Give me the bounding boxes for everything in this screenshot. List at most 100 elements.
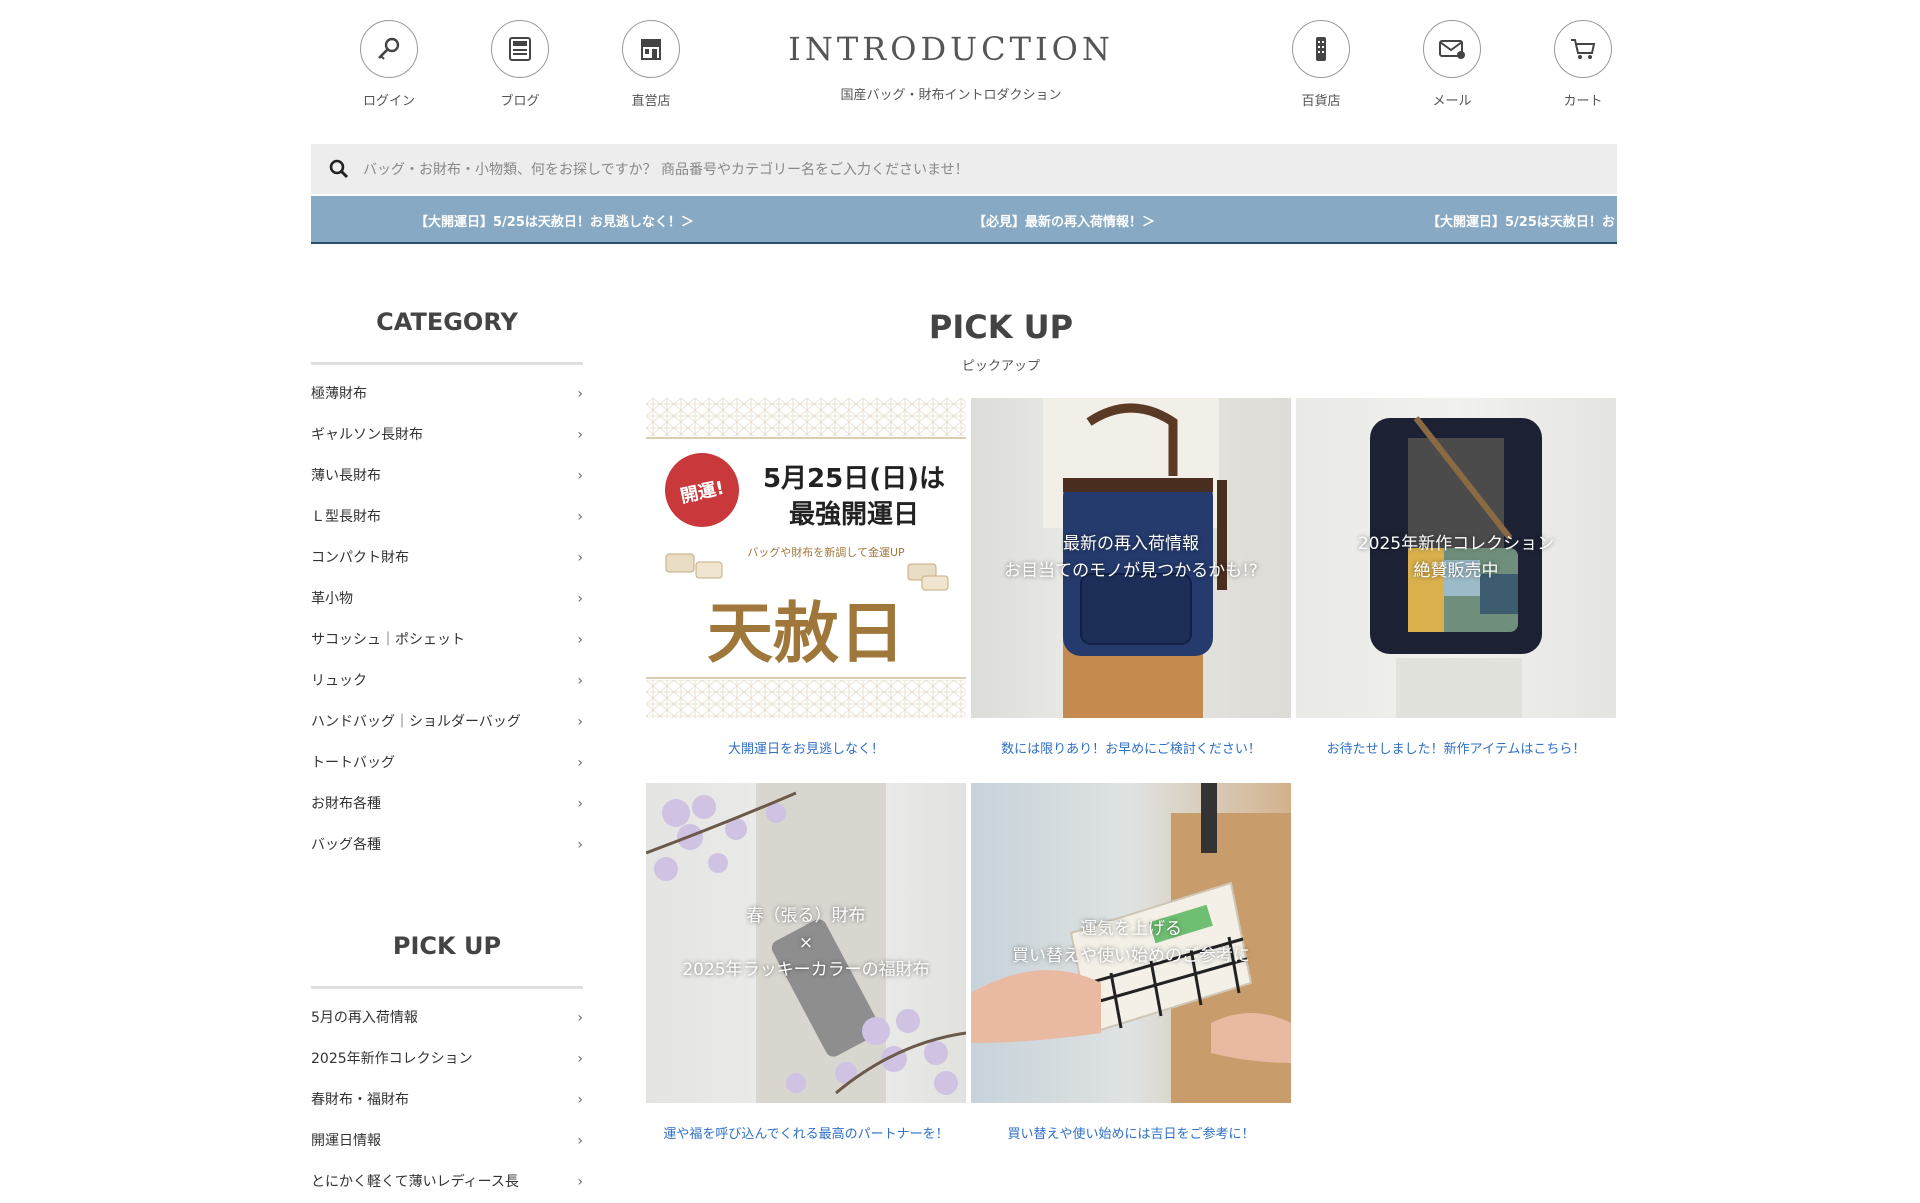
search-input[interactable] — [361, 154, 1565, 186]
search-icon[interactable] — [329, 159, 349, 183]
category-label: 極薄財布 — [311, 386, 367, 402]
pickup-item[interactable]: とにかく軽くて薄いレディース長 › — [311, 1162, 583, 1203]
category-label: ハンドバッグ｜ショルダーバッグ — [311, 714, 521, 730]
chevron-right-icon: › — [577, 714, 583, 730]
nav-store-label: 直営店 — [631, 94, 671, 109]
logo-text: INTRODUCTION — [788, 30, 1114, 68]
pickup-card-tensha[interactable]: 開運! 5月25日(日)は 最強開運日 バッグや財布を新調して金運UP 天赦日 … — [646, 398, 966, 757]
restock-photo[interactable]: 最新の再入荷情報 お目当てのモノが見つかるかも!? — [971, 398, 1291, 718]
mail-icon — [1423, 20, 1481, 78]
category-label: トートバッグ — [311, 755, 395, 771]
pickup-list: 5月の再入荷情報 › 2025年新作コレクション › 春財布・福財布 › 開運日情報 ›… — [311, 998, 583, 1203]
category-item[interactable]: Ｌ型長財布 › — [311, 497, 583, 538]
pickup-label: 2025年新作コレクション — [311, 1051, 473, 1067]
chevron-right-icon: › — [577, 1010, 583, 1026]
category-item[interactable]: トートバッグ › — [311, 743, 583, 784]
chevron-right-icon: › — [577, 427, 583, 443]
pickup-subheading: ピックアップ — [961, 359, 1040, 374]
pickup-card-restock[interactable]: 最新の再入荷情報 お目当てのモノが見つかるかも!? 数には限りあり！お早めにご検… — [971, 398, 1291, 757]
nav-department-store[interactable]: 百貨店 — [1276, 20, 1366, 109]
nav-cart-label: カート — [1563, 94, 1603, 109]
nav-cart[interactable]: カート — [1538, 20, 1628, 109]
chevron-right-icon: › — [577, 796, 583, 812]
banner-big-text: 天赦日 — [707, 594, 905, 672]
nav-blog-label: ブログ — [500, 94, 540, 109]
tensha-banner[interactable]: 開運! 5月25日(日)は 最強開運日 バッグや財布を新調して金運UP 天赦日 — [646, 398, 966, 718]
category-label: バッグ各種 — [311, 837, 381, 853]
chevron-right-icon: › — [577, 1051, 583, 1067]
page: ログイン ブログ 直営店 INTRODUCTION 国産バッグ・財布イントロダク… — [311, 0, 1617, 1190]
nav-login[interactable]: ログイン — [344, 20, 434, 109]
banner-date-line: 5月25日(日)は — [762, 464, 946, 494]
pickup-item[interactable]: 開運日情報 › — [311, 1121, 583, 1162]
overlay-line: × — [798, 932, 814, 953]
ticker-link-restock[interactable]: 【必見】最新の再入荷情報！＞ — [973, 211, 1155, 230]
category-item[interactable]: バッグ各種 › — [311, 825, 583, 866]
pickup-item[interactable]: 2025年新作コレクション › — [311, 1039, 583, 1080]
pickup-label: 5月の再入荷情報 — [311, 1010, 418, 1026]
chevron-right-icon: › — [577, 632, 583, 648]
chevron-right-icon: › — [577, 550, 583, 566]
cart-icon — [1554, 20, 1612, 78]
chevron-right-icon: › — [577, 837, 583, 853]
pickup-heading: PICK UP — [928, 308, 1074, 346]
chevron-right-icon: › — [577, 468, 583, 484]
banner-small-line: バッグや財布を新調して金運UP — [747, 546, 905, 559]
category-item[interactable]: リュック › — [311, 661, 583, 702]
store-icon — [622, 20, 680, 78]
pickup-caption[interactable]: 数には限りあり！お早めにご検討ください！ — [971, 738, 1291, 757]
pickup-overlay: 2025年新作コレクション 絶賛販売中 — [1296, 398, 1616, 718]
chevron-right-icon: › — [577, 1092, 583, 1108]
pickup-label: 開運日情報 — [311, 1133, 381, 1149]
chevron-right-icon: › — [577, 509, 583, 525]
pickup-label: とにかく軽くて薄いレディース長 — [311, 1174, 519, 1190]
nav-mail-label: メール — [1432, 94, 1472, 109]
category-item[interactable]: お財布各種 › — [311, 784, 583, 825]
ticker-link-tensha-repeat[interactable]: 【大開運日】5/25は天赦日！お — [1427, 211, 1615, 230]
pickup-card-lucky-day[interactable]: 運気を上げる 買い替えや使い始めのご参考に 買い替えや使い始めには吉日をご参考に… — [971, 783, 1291, 1142]
pickup-caption[interactable]: お待たせしました！新作アイテムはこちら！ — [1296, 738, 1616, 757]
nav-store[interactable]: 直営店 — [606, 20, 696, 109]
overlay-line: 絶賛販売中 — [1413, 561, 1499, 581]
category-item[interactable]: コンパクト財布 › — [311, 538, 583, 579]
category-item[interactable]: サコッシュ｜ポシェット › — [311, 620, 583, 661]
nav-blog[interactable]: ブログ — [475, 20, 565, 109]
category-label: コンパクト財布 — [311, 550, 409, 566]
pickup-caption[interactable]: 運や福を呼び込んでくれる最高のパートナーを！ — [646, 1123, 966, 1142]
overlay-line: 2025年ラッキーカラーの福財布 — [682, 959, 930, 980]
blog-icon — [491, 20, 549, 78]
category-label: Ｌ型長財布 — [311, 509, 381, 525]
chevron-right-icon: › — [577, 673, 583, 689]
pickup-caption[interactable]: 大開運日をお見逃しなく！ — [646, 738, 966, 757]
category-label: お財布各種 — [311, 796, 381, 812]
pickup-caption[interactable]: 買い替えや使い始めには吉日をご参考に！ — [971, 1123, 1291, 1142]
category-item[interactable]: 極薄財布 › — [311, 374, 583, 415]
new-collection-photo[interactable]: 2025年新作コレクション 絶賛販売中 — [1296, 398, 1616, 718]
site-logo[interactable]: INTRODUCTION 国産バッグ・財布イントロダクション — [781, 30, 1121, 103]
category-label: サコッシュ｜ポシェット — [311, 632, 465, 648]
chevron-right-icon: › — [577, 1174, 583, 1190]
pickup-item[interactable]: 5月の再入荷情報 › — [311, 998, 583, 1039]
ticker-link-tensha[interactable]: 【大開運日】5/25は天赦日！お見逃しなく！＞ — [415, 211, 694, 230]
pickup-item[interactable]: 春財布・福財布 › — [311, 1080, 583, 1121]
pickup-overlay: 春（張る）財布 × 2025年ラッキーカラーの福財布 — [646, 783, 966, 1103]
category-item[interactable]: ハンドバッグ｜ショルダーバッグ › — [311, 702, 583, 743]
key-icon — [360, 20, 418, 78]
overlay-line: お目当てのモノが見つかるかも!? — [1004, 561, 1258, 581]
category-item[interactable]: ギャルソン長財布 › — [311, 415, 583, 456]
spring-wallet-photo[interactable]: 春（張る）財布 × 2025年ラッキーカラーの福財布 — [646, 783, 966, 1103]
overlay-line: 運気を上げる — [1080, 919, 1182, 939]
nav-mail[interactable]: メール — [1407, 20, 1497, 109]
pickup-card-new-collection[interactable]: 2025年新作コレクション 絶賛販売中 お待たせしました！新作アイテムはこちら！ — [1296, 398, 1616, 757]
lucky-day-photo[interactable]: 運気を上げる 買い替えや使い始めのご参考に — [971, 783, 1291, 1103]
category-list: 極薄財布 › ギャルソン長財布 › 薄い長財布 › Ｌ型長財布 › コンパクト財布 › 革… — [311, 374, 583, 866]
logo-subtitle: 国産バッグ・財布イントロダクション — [840, 88, 1062, 103]
chevron-right-icon: › — [577, 386, 583, 402]
category-item[interactable]: 薄い長財布 › — [311, 456, 583, 497]
banner-strong-line: 最強開運日 — [788, 500, 919, 530]
pickup-card-spring-wallet[interactable]: 春（張る）財布 × 2025年ラッキーカラーの福財布 運や福を呼び込んでくれる最… — [646, 783, 966, 1142]
category-item[interactable]: 革小物 › — [311, 579, 583, 620]
category-divider — [311, 362, 583, 365]
overlay-line: 2025年新作コレクション — [1357, 534, 1555, 554]
overlay-line: 買い替えや使い始めのご参考に — [1012, 946, 1250, 966]
